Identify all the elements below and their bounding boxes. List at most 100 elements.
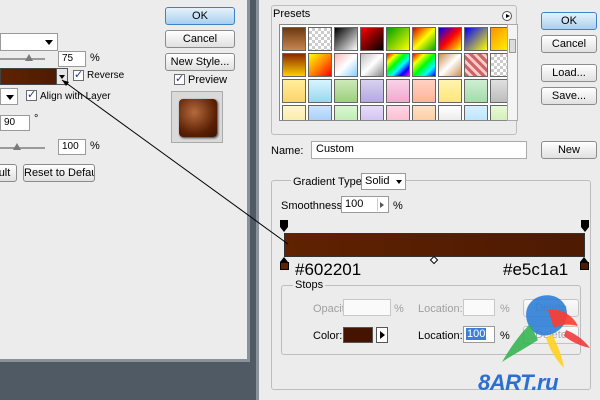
preset-swatch[interactable] — [282, 105, 306, 120]
opacity-location-input[interactable] — [463, 299, 495, 316]
preview-swatch — [179, 99, 217, 137]
preset-swatch[interactable] — [412, 27, 436, 51]
angle-input[interactable]: 90 — [0, 115, 30, 131]
preview-label: Preview — [188, 74, 228, 86]
stop-pointer — [280, 227, 288, 232]
preset-swatch[interactable] — [464, 79, 488, 103]
style-dropdown[interactable] — [0, 88, 18, 105]
presets-grid — [279, 24, 510, 121]
preset-swatch[interactable] — [464, 27, 488, 51]
make-default-button[interactable]: ult — [0, 164, 17, 182]
ok-button[interactable]: OK — [541, 12, 597, 30]
opacity-input[interactable]: 75 — [58, 51, 86, 67]
presets-scrollbar[interactable] — [507, 24, 518, 121]
load-button[interactable]: Load... — [541, 64, 597, 82]
left-color-hex: #602201 — [295, 260, 362, 279]
stop-pointer — [581, 227, 589, 232]
preset-swatch[interactable] — [334, 105, 358, 120]
save-button[interactable]: Save... — [541, 87, 597, 105]
preset-swatch[interactable] — [308, 27, 332, 51]
stop-color-swatch[interactable] — [343, 327, 373, 343]
new-gradient-button[interactable]: New — [541, 141, 597, 159]
preset-swatch[interactable] — [334, 27, 358, 51]
gradient-type-dropdown[interactable]: Solid — [361, 173, 406, 190]
preset-swatch[interactable] — [360, 79, 384, 103]
scrollbar-thumb[interactable] — [509, 39, 516, 53]
name-label: Name: — [271, 145, 304, 157]
preset-swatch[interactable] — [386, 105, 410, 120]
scale-unit: % — [90, 140, 100, 152]
color-stop-left[interactable] — [280, 257, 289, 271]
gradient-type-label: Gradient Type: — [291, 176, 367, 188]
preset-swatch[interactable] — [282, 27, 306, 51]
preset-swatch[interactable] — [360, 53, 384, 77]
opacity-stop-right[interactable] — [581, 220, 589, 232]
color-label: Color: — [313, 330, 343, 342]
stops-title: Stops — [293, 279, 326, 291]
scale-slider-thumb[interactable] — [13, 143, 21, 150]
stop-opacity-unit: % — [394, 303, 404, 315]
stop-square — [280, 220, 288, 227]
preset-swatch[interactable] — [386, 79, 410, 103]
smoothness-input[interactable]: 100 — [341, 196, 389, 213]
preview-checkbox[interactable] — [174, 72, 185, 85]
preset-swatch[interactable] — [386, 53, 410, 77]
cancel-button[interactable]: Cancel — [541, 35, 597, 53]
cancel-button[interactable]: Cancel — [165, 30, 235, 48]
presets-title: Presets — [273, 8, 311, 20]
preset-swatch[interactable] — [438, 27, 462, 51]
stop-square — [580, 262, 589, 270]
smoothness-label: Smoothness: — [281, 200, 346, 212]
align-with-layer-checkbox[interactable] — [26, 88, 37, 101]
color-stop-right[interactable] — [580, 257, 589, 271]
stop-square — [280, 262, 289, 270]
smoothness-unit: % — [393, 200, 403, 212]
preset-swatch[interactable] — [438, 53, 462, 77]
scale-slider-track[interactable] — [0, 147, 45, 149]
preset-swatch[interactable] — [308, 53, 332, 77]
color-menu-icon[interactable] — [376, 327, 388, 343]
align-with-layer-label: Align with Layer — [40, 91, 111, 102]
color-location-value: 100 — [466, 328, 487, 340]
preset-swatch[interactable] — [308, 105, 332, 120]
preset-swatch[interactable] — [360, 105, 384, 120]
stop-opacity-input[interactable] — [343, 299, 391, 316]
preset-swatch[interactable] — [360, 27, 384, 51]
color-location-input[interactable]: 100 — [463, 326, 495, 343]
preset-swatch[interactable] — [464, 105, 488, 120]
chevron-down-icon — [396, 180, 402, 184]
location-label: Location: — [418, 303, 463, 315]
scale-input[interactable]: 100 — [58, 139, 86, 155]
opacity-stop-left[interactable] — [280, 220, 288, 232]
name-input[interactable]: Custom — [311, 141, 527, 159]
parrot-logo — [502, 295, 590, 368]
reverse-checkbox[interactable] — [73, 68, 84, 81]
presets-menu-icon[interactable] — [502, 11, 512, 21]
blend-mode-dropdown[interactable] — [0, 33, 58, 51]
preset-swatch[interactable] — [334, 53, 358, 77]
new-style-button[interactable]: New Style... — [165, 53, 235, 71]
preset-swatch[interactable] — [412, 105, 436, 120]
chevron-right-icon[interactable] — [377, 198, 387, 211]
reset-to-default-button[interactable]: Reset to Default — [23, 164, 95, 182]
gradient-preview-bar[interactable] — [284, 233, 585, 257]
preset-swatch[interactable] — [464, 53, 488, 77]
layer-style-dialog: 75 % Reverse Align with Layer 90 ° 100 %… — [0, 0, 250, 362]
preset-swatch[interactable] — [282, 79, 306, 103]
preset-swatch[interactable] — [438, 79, 462, 103]
opacity-slider-thumb[interactable] — [25, 54, 33, 61]
gradient-picker-arrow[interactable] — [56, 68, 68, 85]
preset-swatch[interactable] — [386, 27, 410, 51]
preset-swatch[interactable] — [334, 79, 358, 103]
preset-swatch[interactable] — [282, 53, 306, 77]
style-preview-thumbnail — [171, 91, 223, 143]
smoothness-value: 100 — [345, 198, 364, 210]
preset-swatch[interactable] — [412, 53, 436, 77]
angle-unit: ° — [34, 113, 39, 125]
chevron-down-icon — [45, 40, 53, 45]
opacity-slider-track[interactable] — [0, 58, 45, 60]
ok-button[interactable]: OK — [165, 7, 235, 25]
preset-swatch[interactable] — [308, 79, 332, 103]
preset-swatch[interactable] — [438, 105, 462, 120]
preset-swatch[interactable] — [412, 79, 436, 103]
